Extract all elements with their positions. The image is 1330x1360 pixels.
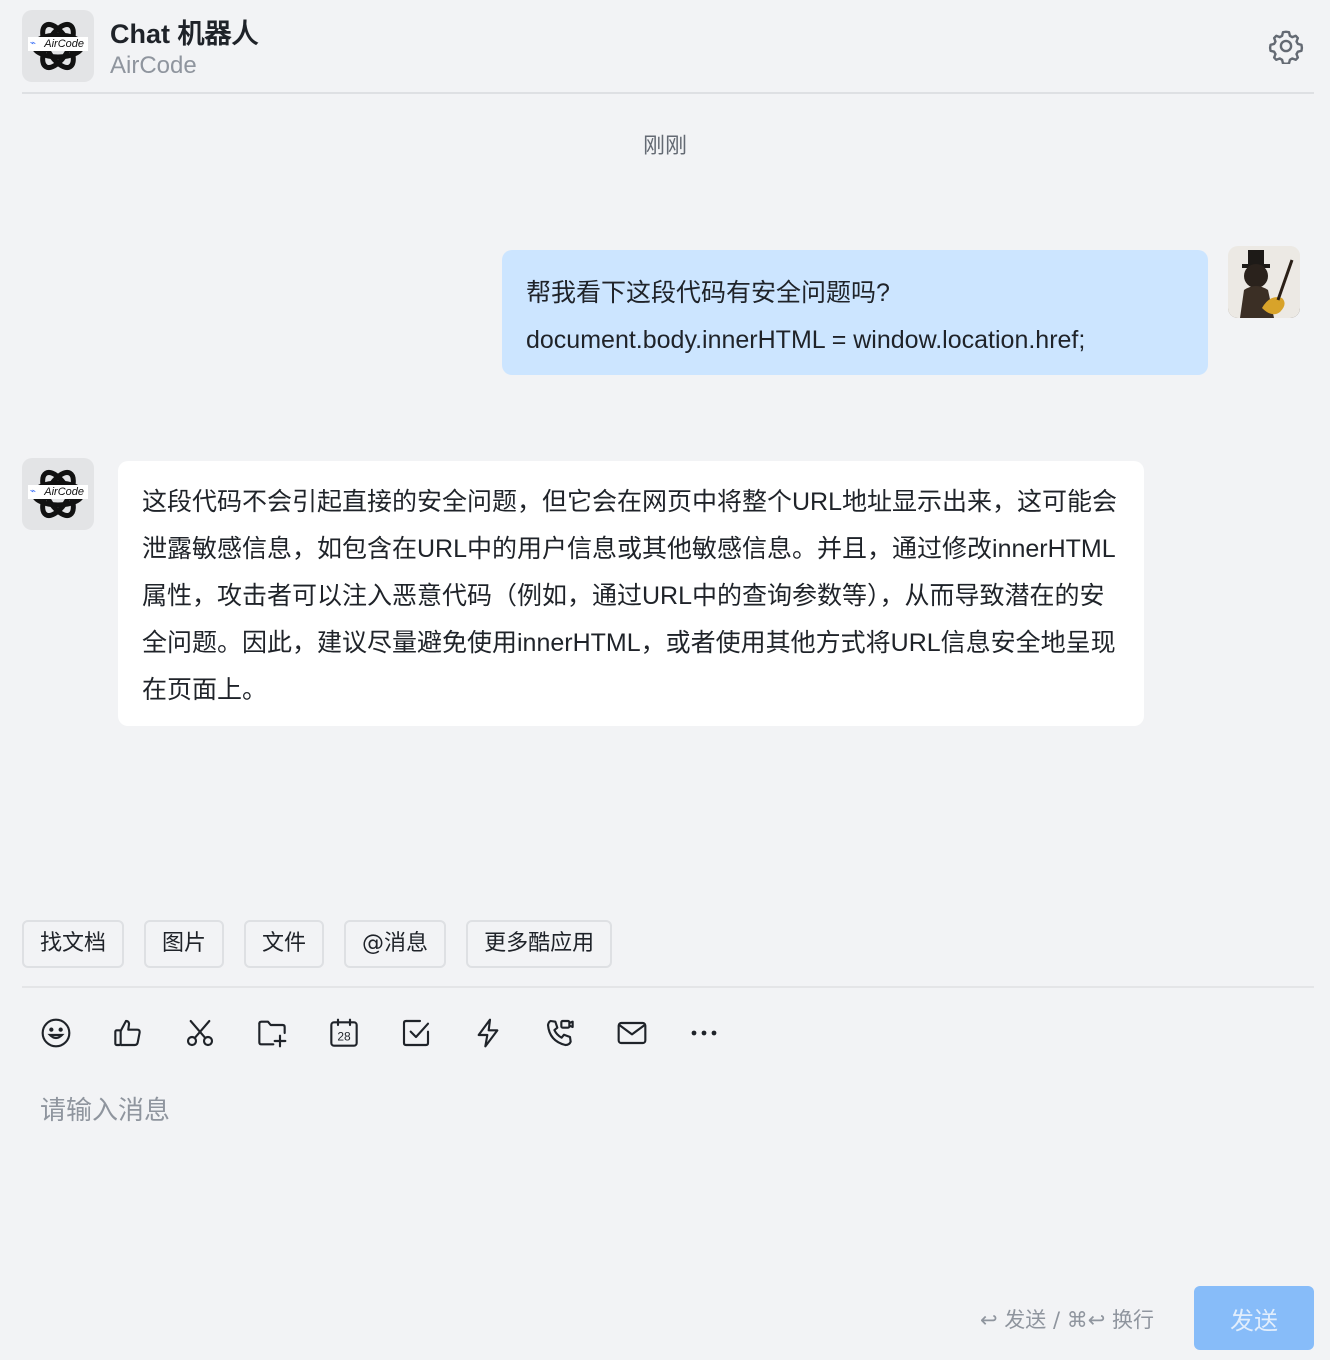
send-shortcut-hint: ↩ 发送 / ⌘↩ 换行 — [980, 1308, 1154, 1332]
lightning-icon — [477, 1018, 499, 1048]
checkbox-icon — [402, 1019, 430, 1047]
calendar-icon: 28 — [330, 1018, 358, 1047]
emoji-button[interactable] — [40, 1016, 72, 1050]
avatar-brand-label: AirCode — [28, 37, 88, 51]
folder-add-icon — [258, 1020, 287, 1048]
message-timestamp: 刚刚 — [642, 134, 687, 159]
more-button[interactable] — [688, 1016, 720, 1050]
mention-message-button[interactable]: @消息 — [344, 920, 447, 968]
image-button[interactable]: 图片 — [144, 920, 225, 968]
gear-icon — [1268, 30, 1304, 64]
calendar-button[interactable]: 28 — [328, 1016, 360, 1050]
like-button[interactable] — [112, 1016, 144, 1050]
quick-action-bar: 找文档 图片 文件 @消息 更多酷应用 — [22, 920, 613, 968]
calendar-day-label: 28 — [337, 1030, 351, 1044]
user-avatar[interactable] — [1228, 246, 1300, 318]
bot-avatar: AirCode ⌁ — [22, 10, 94, 82]
cut-button[interactable] — [184, 1016, 216, 1050]
user-message-line: document.body.innerHTML = window.locatio… — [526, 326, 1086, 354]
chat-title: Chat 机器人 — [110, 19, 259, 49]
user-message-bubble: 帮我看下这段代码有安全问题吗? document.body.innerHTML … — [502, 250, 1208, 375]
bot-message-bubble: 这段代码不会引起直接的安全问题，但它会在网页中将整个URL地址显示出来，这可能会… — [118, 461, 1144, 726]
emoji-icon — [41, 1018, 71, 1048]
mail-button[interactable] — [616, 1016, 648, 1050]
settings-button[interactable] — [1266, 26, 1306, 66]
chat-header: AirCode ⌁ Chat 机器人 AirCode — [22, 0, 1314, 94]
chat-subtitle: AirCode — [110, 52, 197, 79]
more-icon — [691, 1030, 717, 1036]
brand-mark-icon: ⌁ — [30, 486, 37, 497]
brand-mark-icon: ⌁ — [30, 38, 37, 49]
scissors-icon — [186, 1019, 214, 1047]
message-input[interactable] — [40, 1090, 1310, 1260]
avatar-brand-label: AirCode — [28, 485, 88, 499]
thumbs-up-icon — [114, 1019, 141, 1047]
composer-divider — [22, 986, 1314, 988]
task-button[interactable] — [400, 1016, 432, 1050]
find-docs-button[interactable]: 找文档 — [22, 920, 125, 968]
call-button[interactable] — [544, 1016, 576, 1050]
bot-message-avatar: AirCode ⌁ — [22, 458, 94, 530]
phone-video-icon — [546, 1019, 574, 1047]
mail-icon — [617, 1021, 647, 1045]
send-button[interactable]: 发送 — [1194, 1286, 1314, 1350]
composer-toolbar: 28 — [40, 1016, 720, 1050]
more-apps-button[interactable]: 更多酷应用 — [466, 920, 613, 968]
new-folder-button[interactable] — [256, 1016, 288, 1050]
quick-action-button[interactable] — [472, 1016, 504, 1050]
file-button[interactable]: 文件 — [244, 920, 325, 968]
user-message-line: 帮我看下这段代码有安全问题吗? — [526, 279, 890, 307]
guitarist-avatar-image — [1228, 246, 1300, 318]
